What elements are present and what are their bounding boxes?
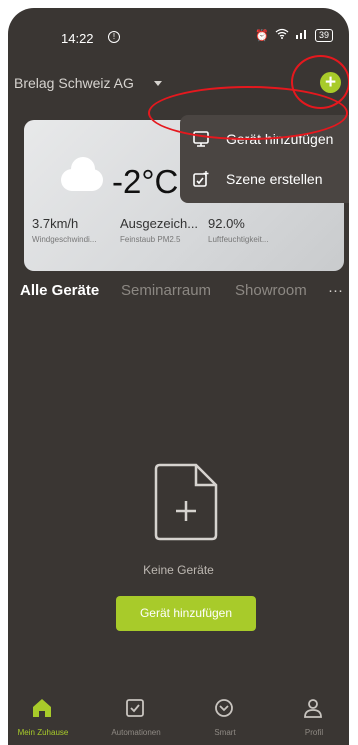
app-screen: 14:22 ! ⏰ 39 Brelag Schweiz AG + -2°C 3.… — [8, 8, 349, 745]
nav-automationen[interactable]: Automationen — [101, 684, 171, 745]
more-tabs-icon[interactable]: ··· — [328, 282, 343, 299]
checkbox-icon — [126, 699, 144, 717]
status-bar: 14:22 ! ⏰ 39 — [8, 8, 349, 64]
home-selector[interactable]: Brelag Schweiz AG — [14, 75, 134, 91]
tab-alle-geraete[interactable]: Alle Geräte — [20, 282, 99, 299]
tab-seminarraum[interactable]: Seminarraum — [121, 282, 211, 299]
highlight-ring-menu-item — [148, 86, 348, 140]
notification-icon: ! — [108, 31, 120, 43]
empty-document-icon — [154, 463, 218, 541]
add-device-button[interactable]: Gerät hinzufügen — [116, 596, 256, 631]
menu-item-label: Szene erstellen — [226, 171, 323, 187]
menu-item-create-scene[interactable]: Szene erstellen — [180, 159, 349, 199]
wind-speed-value: 3.7km/h — [32, 216, 79, 231]
humidity-label: Luftfeuchtigkeit... — [208, 235, 269, 244]
wind-speed-label: Windgeschwindi... — [32, 235, 97, 244]
nav-label: Smart — [214, 728, 236, 737]
smart-icon — [215, 699, 233, 717]
nav-label: Automationen — [111, 728, 161, 737]
signal-icon — [295, 28, 309, 42]
home-icon — [33, 699, 51, 717]
status-icons: ⏰ 39 — [255, 28, 333, 42]
room-tabs: Alle Geräte Seminarraum Showroom ··· — [8, 278, 349, 306]
empty-state-label: Keine Geräte — [143, 563, 214, 577]
status-time: 14:22 — [61, 31, 94, 46]
nav-label: Profil — [304, 728, 324, 737]
home-dropdown-icon[interactable] — [154, 81, 162, 86]
wifi-icon — [275, 28, 289, 42]
pm25-value: Ausgezeich... — [120, 216, 199, 231]
nav-smart[interactable]: Smart — [190, 684, 260, 745]
humidity-value: 92.0% — [208, 216, 245, 231]
create-scene-icon — [193, 171, 209, 187]
cloud-icon — [61, 157, 103, 191]
bottom-nav: Mein Zuhause Automationen Smart Profil — [8, 684, 349, 745]
nav-mein-zuhause[interactable]: Mein Zuhause — [8, 684, 78, 745]
nav-profil[interactable]: Profil — [279, 684, 349, 745]
nav-label: Mein Zuhause — [17, 728, 69, 737]
battery-indicator: 39 — [314, 28, 333, 42]
alarm-icon: ⏰ — [255, 29, 269, 42]
temperature: -2°C — [112, 163, 179, 200]
tab-showroom[interactable]: Showroom — [235, 282, 307, 299]
pm25-label: Feinstaub PM2.5 — [120, 235, 181, 244]
profile-icon — [304, 699, 322, 718]
